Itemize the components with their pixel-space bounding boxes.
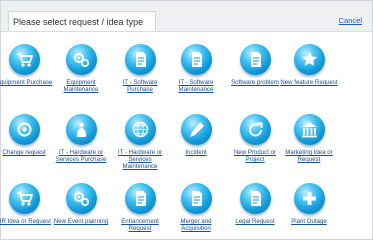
request-type-item[interactable]: IT - Software Purchase: [111, 44, 169, 93]
request-type-item[interactable]: IT - Hardware or Services Purchase: [52, 114, 110, 163]
refresh-icon[interactable]: [239, 114, 271, 145]
request-type-label[interactable]: New feature Request: [280, 79, 338, 86]
building-icon[interactable]: [293, 114, 325, 145]
request-type-grid: Equipment Purchase Equipment Maintenance I…: [0, 32, 372, 239]
cart-icon[interactable]: [8, 44, 40, 75]
gears-icon[interactable]: [65, 183, 97, 214]
request-type-item[interactable]: IT - Software Maintenance: [167, 44, 225, 93]
cycle-icon[interactable]: [8, 114, 40, 145]
document-icon[interactable]: [180, 44, 212, 75]
gears-icon[interactable]: [65, 44, 97, 75]
request-type-item[interactable]: Merger and Acquisition: [167, 183, 225, 232]
request-type-item[interactable]: New feature Request: [280, 44, 338, 86]
cart-icon[interactable]: [8, 183, 40, 214]
request-type-item[interactable]: Enhancement Request: [111, 183, 169, 232]
dialog-title: Please select request / idea type: [8, 11, 156, 31]
request-type-label[interactable]: New Product or Project: [226, 149, 284, 163]
request-type-label[interactable]: IT - Software Purchase: [111, 79, 169, 93]
request-type-label[interactable]: Software problem: [226, 79, 284, 86]
globe-icon[interactable]: [124, 114, 156, 145]
request-type-label[interactable]: New Event planning: [52, 218, 110, 225]
request-type-label[interactable]: IT - Hardware or Services Purchase: [52, 149, 110, 163]
star-icon[interactable]: [293, 44, 325, 75]
request-type-item[interactable]: HR Idea or Request: [0, 183, 53, 225]
request-type-label[interactable]: Marketing Idea or Request: [280, 149, 338, 163]
request-type-label[interactable]: HR Idea or Request: [0, 218, 53, 225]
dialog-header: Please select request / idea type Cancel: [1, 1, 372, 32]
request-type-item[interactable]: IT - Hardware or Services Maintenance: [111, 114, 169, 170]
request-type-item[interactable]: Incident: [167, 114, 225, 156]
plus-icon[interactable]: [293, 183, 325, 214]
request-type-item[interactable]: New Event planning: [52, 183, 110, 225]
request-type-label[interactable]: IT - Software Maintenance: [167, 79, 225, 93]
request-type-dialog: Please select request / idea type Cancel…: [0, 0, 373, 240]
document-icon[interactable]: [180, 183, 212, 214]
document-icon[interactable]: [124, 183, 156, 214]
document-icon[interactable]: [124, 44, 156, 75]
cancel-link[interactable]: Cancel: [339, 16, 362, 25]
request-type-label[interactable]: Legal Request: [226, 218, 284, 225]
request-type-item[interactable]: New Product or Project: [226, 114, 284, 163]
request-type-label[interactable]: Incident: [167, 149, 225, 156]
request-type-label[interactable]: Plant Outage: [280, 218, 338, 225]
document-icon[interactable]: [239, 183, 271, 214]
request-type-item[interactable]: Marketing Idea or Request: [280, 114, 338, 163]
request-type-item[interactable]: Plant Outage: [280, 183, 338, 225]
request-type-label[interactable]: IT - Hardware or Services Maintenance: [111, 149, 169, 170]
document-icon[interactable]: [239, 44, 271, 75]
request-type-label[interactable]: Merger and Acquisition: [167, 218, 225, 232]
pen-icon[interactable]: [180, 114, 212, 145]
request-type-label[interactable]: Change request: [0, 149, 53, 156]
request-type-label[interactable]: Equipment Purchase: [0, 79, 53, 86]
money-bag-icon[interactable]: [65, 114, 97, 145]
request-type-item[interactable]: Equipment Purchase: [0, 44, 53, 86]
request-type-item[interactable]: Software problem: [226, 44, 284, 86]
request-type-label[interactable]: Equipment Maintenance: [52, 79, 110, 93]
request-type-item[interactable]: Equipment Maintenance: [52, 44, 110, 93]
request-type-item[interactable]: Legal Request: [226, 183, 284, 225]
request-type-item[interactable]: Change request: [0, 114, 53, 156]
request-type-label[interactable]: Enhancement Request: [111, 218, 169, 232]
